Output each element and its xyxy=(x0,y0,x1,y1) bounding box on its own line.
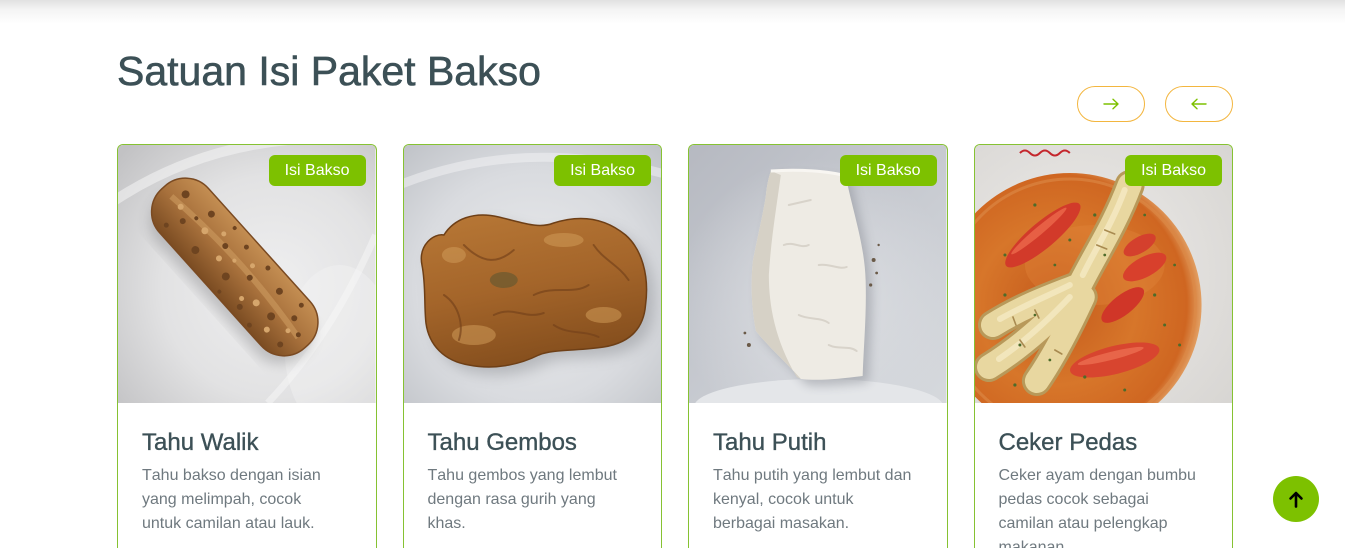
scroll-to-top-button[interactable] xyxy=(1273,476,1319,522)
category-badge: Isi Bakso xyxy=(839,155,937,186)
category-badge: Isi Bakso xyxy=(1125,155,1222,186)
card-description: Ceker ayam dengan bumbu pedas cocok seba… xyxy=(998,467,1196,548)
card-body: Ceker Pedas Ceker ayam dengan bumbu peda… xyxy=(975,403,1233,548)
next-button[interactable] xyxy=(1077,86,1145,122)
arrow-left-icon xyxy=(1191,98,1207,110)
card-image: Isi Bakso xyxy=(689,145,947,403)
product-card: Isi Bakso Tahu Putih Tahu putih yang lem… xyxy=(688,144,948,548)
arrow-up-icon xyxy=(1289,491,1303,508)
product-card: Isi Bakso Tahu Gembos Tahu gembos yang l… xyxy=(402,144,662,548)
card-title: Tahu Gembos xyxy=(427,429,577,456)
card-image: Isi Bakso xyxy=(118,145,376,403)
card-description: Tahu putih yang lembut dan kenyal, cocok… xyxy=(713,467,912,532)
card-body: Tahu Putih Tahu putih yang lembut dan ke… xyxy=(689,403,947,536)
card-list: Isi Bakso Tahu Walik Tahu bakso dengan i… xyxy=(117,144,1233,548)
category-badge: Isi Bakso xyxy=(268,155,366,186)
category-badge: Isi Bakso xyxy=(554,155,651,186)
card-body: Tahu Gembos Tahu gembos yang lembut deng… xyxy=(404,403,662,536)
card-body: Tahu Walik Tahu bakso dengan isian yang … xyxy=(118,403,376,536)
card-description: Tahu gembos yang lembut dengan rasa guri… xyxy=(427,467,617,532)
card-title: Ceker Pedas xyxy=(998,429,1138,456)
product-card: Isi Bakso Tahu Walik Tahu bakso dengan i… xyxy=(117,144,377,548)
section-title: Satuan Isi Paket Bakso xyxy=(117,48,542,95)
prev-button[interactable] xyxy=(1165,86,1233,122)
header-shadow xyxy=(0,0,1345,24)
card-title: Tahu Walik xyxy=(142,429,259,456)
card-image: Isi Bakso xyxy=(403,145,661,403)
card-title: Tahu Putih xyxy=(713,429,827,456)
page: Satuan Isi Paket Bakso Isi Bakso Tahu Wa… xyxy=(0,0,1345,548)
product-card: Isi Bakso Ceker Pedas Ceker ayam dengan … xyxy=(973,144,1233,548)
arrow-right-icon xyxy=(1103,98,1119,110)
card-image: Isi Bakso xyxy=(974,145,1232,403)
card-description: Tahu bakso dengan isian yang melimpah, c… xyxy=(142,467,321,532)
